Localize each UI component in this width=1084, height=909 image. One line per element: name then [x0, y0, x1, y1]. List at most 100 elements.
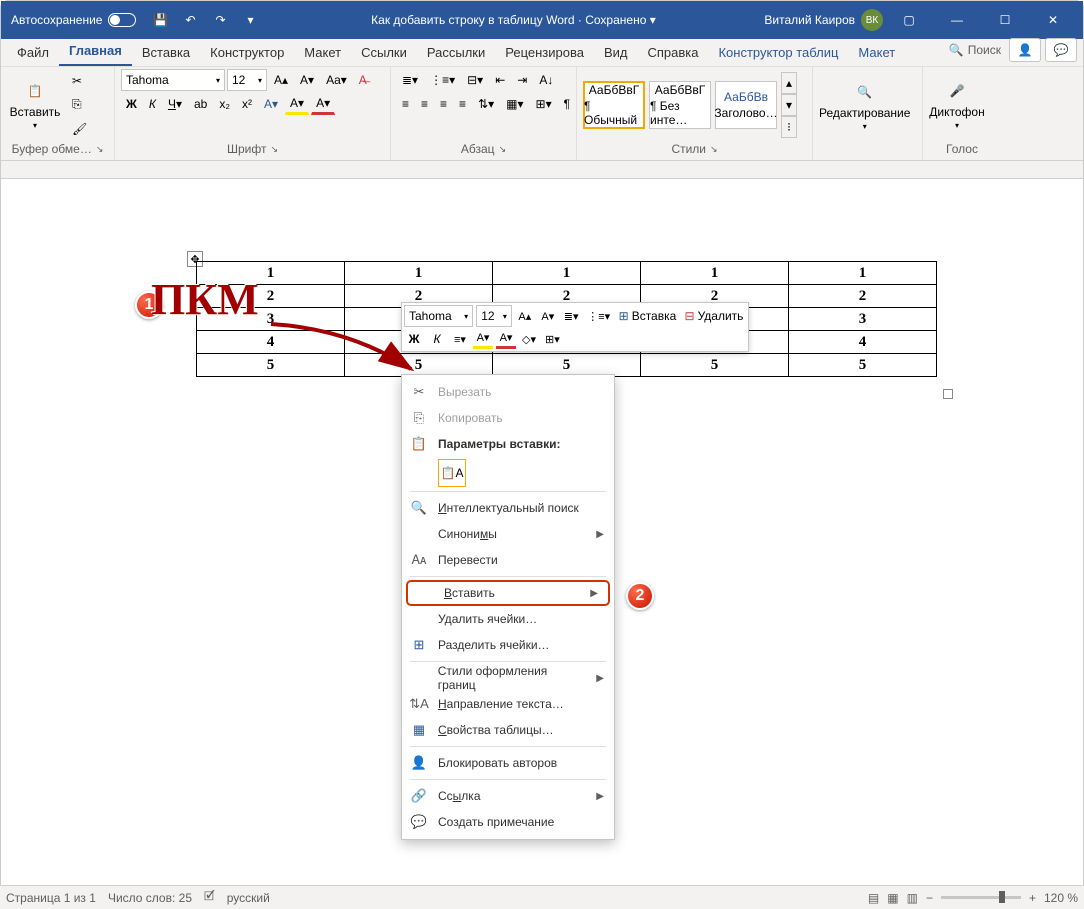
share-button[interactable]: 👤 [1009, 38, 1041, 62]
autosave-toggle[interactable]: Автосохранение [5, 13, 142, 27]
superscript-button[interactable]: x² [237, 93, 257, 115]
ruler-horizontal[interactable] [1, 161, 1083, 179]
ctx-copy[interactable]: ⎘Копировать [402, 405, 614, 431]
dialog-launcher-icon[interactable]: ↘ [499, 144, 507, 155]
highlight-icon[interactable]: A▾ [285, 93, 309, 115]
qat-more-icon[interactable]: ▾ [238, 8, 262, 32]
align-right-icon[interactable]: ≡ [435, 93, 452, 115]
underline-button[interactable]: Ч▾ [163, 93, 187, 115]
outdent-icon[interactable]: ⇤ [490, 69, 510, 91]
close-icon[interactable]: ✕ [1031, 3, 1075, 37]
dialog-launcher-icon[interactable]: ↘ [270, 144, 278, 155]
shrink-font-icon[interactable]: A▾ [295, 69, 319, 91]
print-layout-icon[interactable]: ▦ [887, 891, 898, 905]
page[interactable]: ✥ 11111 22222 33333 44444 55555 1 ПКМ Ta… [31, 179, 1065, 861]
text-effects-icon[interactable]: A▾ [259, 93, 283, 115]
change-case-icon[interactable]: Aa▾ [321, 69, 352, 91]
ctx-block-authors[interactable]: 👤Блокировать авторов [402, 750, 614, 776]
tab-mailings[interactable]: Рассылки [417, 41, 495, 66]
dictate-button[interactable]: 🎤Диктофон▾ [929, 71, 985, 139]
spell-check-icon[interactable]: 🗹 [204, 887, 215, 908]
font-name-combo[interactable]: Tahoma▾ [121, 69, 225, 91]
grow-font-icon[interactable]: A▴ [269, 69, 293, 91]
search-box[interactable]: 🔍 Поиск [945, 41, 1005, 60]
status-page[interactable]: Страница 1 из 1 [6, 891, 96, 905]
mini-shrink-icon[interactable]: A▾ [538, 306, 558, 326]
tab-table-design[interactable]: Конструктор таблиц [708, 41, 848, 66]
mini-highlight-icon[interactable]: A▾ [473, 329, 493, 349]
line-spacing-icon[interactable]: ⇅▾ [473, 93, 499, 115]
mini-borders-icon[interactable]: ⊞▾ [542, 329, 563, 349]
clear-format-icon[interactable]: A̶ [354, 69, 372, 91]
ctx-table-props[interactable]: ▦Свойства таблицы… [402, 717, 614, 743]
tab-help[interactable]: Справка [637, 41, 708, 66]
mini-align-icon[interactable]: ≡▾ [450, 329, 470, 349]
style-nospace[interactable]: АаБбВвГ¶ Без инте… [649, 81, 711, 129]
ctx-new-comment[interactable]: 💬Создать примечание [402, 809, 614, 835]
mini-size-combo[interactable]: 12▾ [476, 305, 512, 327]
borders-icon[interactable]: ⊞▾ [531, 93, 557, 115]
dialog-launcher-icon[interactable]: ↘ [96, 144, 104, 155]
tab-review[interactable]: Рецензирова [495, 41, 594, 66]
tab-file[interactable]: Файл [7, 41, 59, 66]
editing-menu[interactable]: 🔍Редактирование▾ [819, 72, 910, 140]
dialog-launcher-icon[interactable]: ↘ [710, 144, 718, 155]
mini-grow-icon[interactable]: A▴ [515, 306, 535, 326]
paste-button[interactable]: 📋 Вставить▾ [7, 71, 63, 139]
ctx-paste-keep-text[interactable]: 📋A [438, 459, 466, 487]
user-account[interactable]: Виталий Каиров ВК [764, 9, 883, 31]
save-icon[interactable]: 💾 [148, 8, 172, 32]
ribbon-display-icon[interactable]: ▢ [887, 3, 931, 37]
font-color-icon[interactable]: A▾ [311, 93, 335, 115]
comments-button[interactable]: 💬 [1045, 38, 1077, 62]
copy-icon[interactable]: ⎘ [67, 94, 92, 116]
ctx-split-cells[interactable]: ⊞Разделить ячейки… [402, 632, 614, 658]
bullets-icon[interactable]: ≣▾ [397, 69, 423, 91]
web-layout-icon[interactable]: ▥ [907, 891, 918, 905]
numbering-icon[interactable]: ⋮≡▾ [425, 69, 460, 91]
ctx-insert[interactable]: Вставить▶ [406, 580, 610, 606]
tab-layout[interactable]: Макет [294, 41, 351, 66]
tab-home[interactable]: Главная [59, 39, 132, 66]
sort-icon[interactable]: A↓ [534, 69, 558, 91]
format-painter-icon[interactable]: 🖌 [67, 118, 92, 140]
tab-design[interactable]: Конструктор [200, 41, 294, 66]
status-language[interactable]: русский [227, 891, 270, 905]
ctx-translate[interactable]: 🗛Перевести [402, 547, 614, 573]
ctx-link[interactable]: 🔗Ссылка▶ [402, 783, 614, 809]
read-mode-icon[interactable]: ▤ [868, 891, 879, 905]
cut-icon[interactable]: ✂ [67, 70, 92, 92]
zoom-out-icon[interactable]: − [926, 891, 933, 905]
zoom-slider[interactable] [941, 896, 1021, 899]
italic-button[interactable]: К [144, 93, 161, 115]
status-words[interactable]: Число слов: 25 [108, 891, 192, 905]
mini-shading-icon[interactable]: ◇▾ [519, 329, 539, 349]
minimize-icon[interactable]: — [935, 3, 979, 37]
align-left-icon[interactable]: ≡ [397, 93, 414, 115]
table-resize-handle[interactable] [943, 389, 953, 399]
maximize-icon[interactable]: ☐ [983, 3, 1027, 37]
ctx-smart-lookup[interactable]: 🔍Интеллектуальный поиск [402, 495, 614, 521]
styles-up-icon[interactable]: ▴ [781, 72, 797, 94]
bold-button[interactable]: Ж [121, 93, 142, 115]
styles-more-icon[interactable]: ⁝ [781, 116, 797, 138]
subscript-button[interactable]: x₂ [214, 93, 235, 115]
align-center-icon[interactable]: ≡ [416, 93, 433, 115]
ctx-border-styles[interactable]: Стили оформления границ▶ [402, 665, 614, 691]
zoom-level[interactable]: 120 % [1044, 891, 1078, 905]
strike-button[interactable]: ab [189, 93, 212, 115]
mini-insert-button[interactable]: ⊞Вставка [616, 306, 679, 326]
justify-icon[interactable]: ≡ [454, 93, 471, 115]
ctx-synonyms[interactable]: Синонимы▶ [402, 521, 614, 547]
ctx-cut[interactable]: ✂Вырезать [402, 379, 614, 405]
mini-bullets-icon[interactable]: ≣▾ [561, 306, 582, 326]
undo-icon[interactable]: ↶ [178, 8, 202, 32]
indent-icon[interactable]: ⇥ [512, 69, 532, 91]
font-size-combo[interactable]: 12▾ [227, 69, 267, 91]
shading-icon[interactable]: ▦▾ [501, 93, 528, 115]
show-marks-icon[interactable]: ¶ [559, 93, 575, 115]
multilevel-icon[interactable]: ⊟▾ [462, 69, 488, 91]
mini-bold-button[interactable]: Ж [404, 329, 424, 349]
mini-italic-button[interactable]: К [427, 329, 447, 349]
tab-table-layout[interactable]: Макет [848, 41, 905, 66]
